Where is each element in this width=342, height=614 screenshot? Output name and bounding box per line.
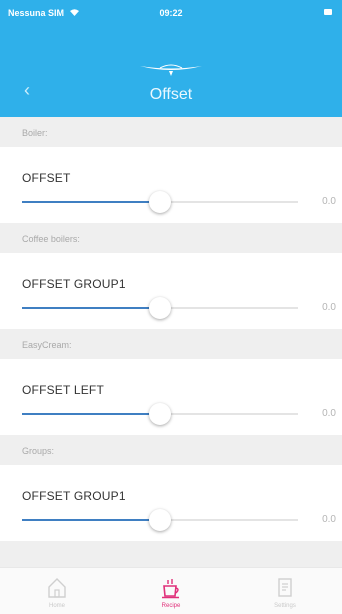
offset-slider[interactable] <box>22 403 298 425</box>
tab-label: Recipe <box>161 603 181 609</box>
header-bar: Nessuna SIM 09:22 ‹ Offset <box>0 0 342 117</box>
section-header-coffee-boilers: Coffee boilers: <box>0 223 342 253</box>
setting-label: OFFSET GROUP1 <box>22 277 126 291</box>
status-bar: Nessuna SIM 09:22 <box>0 0 342 22</box>
tab-bar: Home Recipe Settings <box>0 567 342 614</box>
slider-thumb[interactable] <box>149 191 171 213</box>
offset-slider[interactable] <box>22 509 298 531</box>
setting-value: 0.0 <box>322 302 336 313</box>
setting-row-groups-offset-group1: OFFSET GROUP1 0.0 <box>0 465 342 541</box>
slider-thumb[interactable] <box>149 509 171 531</box>
offset-slider[interactable] <box>22 191 298 213</box>
slider-thumb[interactable] <box>149 403 171 425</box>
section-footer-spacer <box>0 541 342 567</box>
cup-icon <box>162 579 179 599</box>
setting-row-easycream-offset-left: OFFSET LEFT 0.0 <box>0 359 342 435</box>
section-header-groups: Groups: <box>0 435 342 465</box>
slider-fill <box>22 413 160 415</box>
slider-thumb[interactable] <box>149 297 171 319</box>
status-time: 09:22 <box>159 8 183 18</box>
setting-value: 0.0 <box>322 514 336 525</box>
brand-logo-icon <box>140 62 202 76</box>
setting-value: 0.0 <box>322 408 336 419</box>
section-header-easycream: EasyCream: <box>0 329 342 359</box>
setting-row-boiler-offset: OFFSET 0.0 <box>0 147 342 223</box>
document-icon <box>278 578 292 597</box>
setting-label: OFFSET GROUP1 <box>22 489 126 503</box>
tab-label: Settings <box>274 603 296 609</box>
tab-recipe[interactable]: Recipe <box>114 568 228 614</box>
tab-settings[interactable]: Settings <box>228 568 342 614</box>
battery-icon <box>324 9 332 15</box>
offset-slider[interactable] <box>22 297 298 319</box>
setting-value: 0.0 <box>322 196 336 207</box>
home-icon <box>48 578 66 598</box>
tab-label: Home <box>48 603 65 609</box>
slider-fill <box>22 519 160 521</box>
setting-label: OFFSET LEFT <box>22 383 104 397</box>
tab-home[interactable]: Home <box>0 568 114 614</box>
slider-fill <box>22 307 160 309</box>
section-header-boiler: Boiler: <box>0 117 342 147</box>
setting-row-coffee-offset-group1: OFFSET GROUP1 0.0 <box>0 253 342 329</box>
page-title: Offset <box>149 86 193 103</box>
setting-label: OFFSET <box>22 171 71 185</box>
slider-fill <box>22 201 160 203</box>
